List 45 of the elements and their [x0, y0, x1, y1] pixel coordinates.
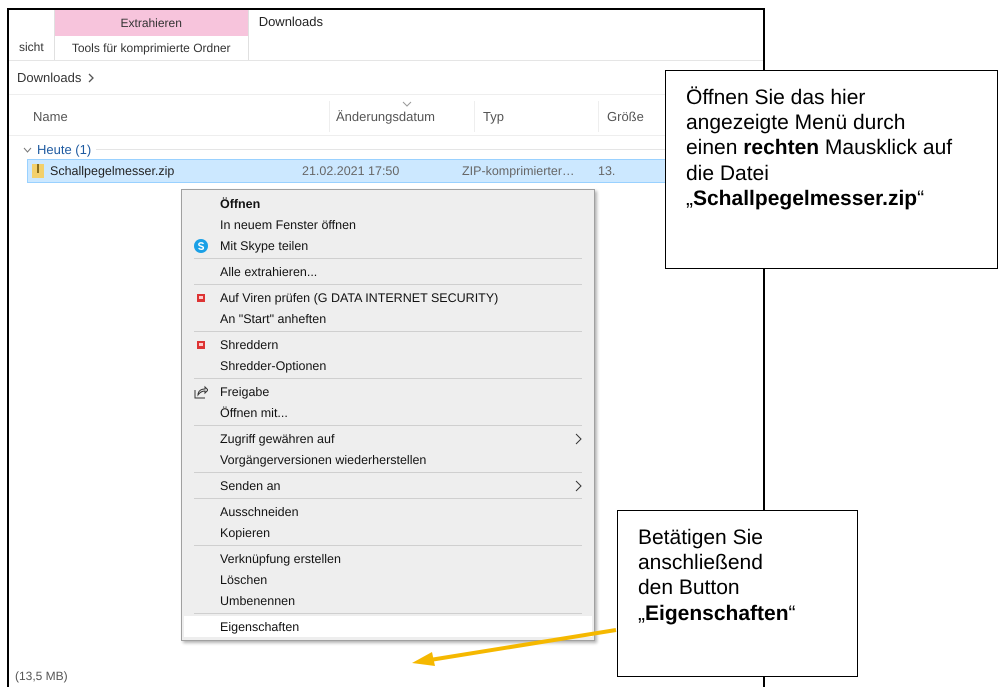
menu-item[interactable]: Ausschneiden — [184, 501, 592, 522]
menu-item[interactable]: Vorgängerversionen wiederherstellen — [184, 449, 592, 470]
menu-item[interactable]: Senden an — [184, 475, 592, 496]
column-header[interactable]: Typ — [475, 100, 599, 132]
menu-item[interactable]: An "Start" anheften — [184, 308, 592, 329]
status-text: (13,5 MB) — [14, 668, 69, 685]
share-icon — [194, 385, 208, 399]
menu-item[interactable]: In neuem Fenster öffnen — [184, 214, 592, 235]
date-cell-text: 21.02.2021 17:50 — [302, 164, 400, 178]
submenu-chevron-icon — [575, 480, 582, 492]
submenu-chevron-icon — [575, 433, 582, 445]
context-tab-header: Extrahieren — [54, 10, 248, 36]
callout-note: Öffnen Sie das hier angezeigte Menü durch einen rechten Mausklick auf die Datei „Schallpegelmesser.zip“ — [665, 70, 998, 269]
menu-item[interactable]: Verknüpfung erstellen — [184, 548, 592, 569]
menu-item[interactable]: Auf Viren prüfen (G DATA INTERNET SECURITY) — [184, 287, 592, 308]
window-title: Downloads — [258, 13, 324, 31]
menu-item[interactable]: Shredder-Optionen — [184, 355, 592, 376]
menu-item[interactable]: Freigabe — [184, 381, 592, 402]
file-name: Schallpegelmesser.zip — [50, 164, 174, 178]
column-header[interactable]: Name — [9, 100, 330, 132]
menu-item[interactable]: Kopieren — [184, 522, 592, 543]
skype-icon — [194, 239, 208, 253]
column-header[interactable]: Größe — [599, 100, 644, 132]
menu-item[interactable]: Umbenennen — [184, 590, 592, 611]
callout-note: Betätigen Sie anschließend den Button „Eigenschaften“ — [617, 510, 858, 677]
app-logo-icon — [194, 291, 208, 305]
app-logo-icon — [194, 338, 208, 352]
breadcrumb-item[interactable]: Downloads — [17, 70, 82, 85]
menu-item[interactable]: Shreddern — [184, 334, 592, 355]
chevron-right-icon[interactable] — [87, 72, 96, 82]
group-header[interactable]: Heute (1) — [37, 142, 92, 157]
chevron-down-icon[interactable] — [23, 146, 32, 152]
menu-item[interactable]: Alle extrahieren... — [184, 261, 592, 282]
size-cell: 13. — [598, 164, 616, 178]
ribbon-tab[interactable]: Tools für komprimierte Ordner — [54, 36, 248, 60]
zip-folder-icon — [32, 163, 44, 179]
menu-item[interactable]: Öffnen — [184, 193, 592, 214]
menu-item[interactable]: Eigenschaften — [184, 616, 592, 637]
menu-item[interactable]: Mit Skype teilen — [184, 235, 592, 256]
ribbon-tab[interactable]: sicht — [9, 34, 54, 60]
type-cell-text: ZIP-komprimierter… — [462, 164, 576, 178]
column-header[interactable]: Änderungsdatum — [330, 100, 475, 132]
menu-item[interactable]: Zugriff gewähren auf — [184, 428, 592, 449]
menu-item[interactable]: Löschen — [184, 569, 592, 590]
menu-item[interactable]: Öffnen mit... — [184, 402, 592, 423]
